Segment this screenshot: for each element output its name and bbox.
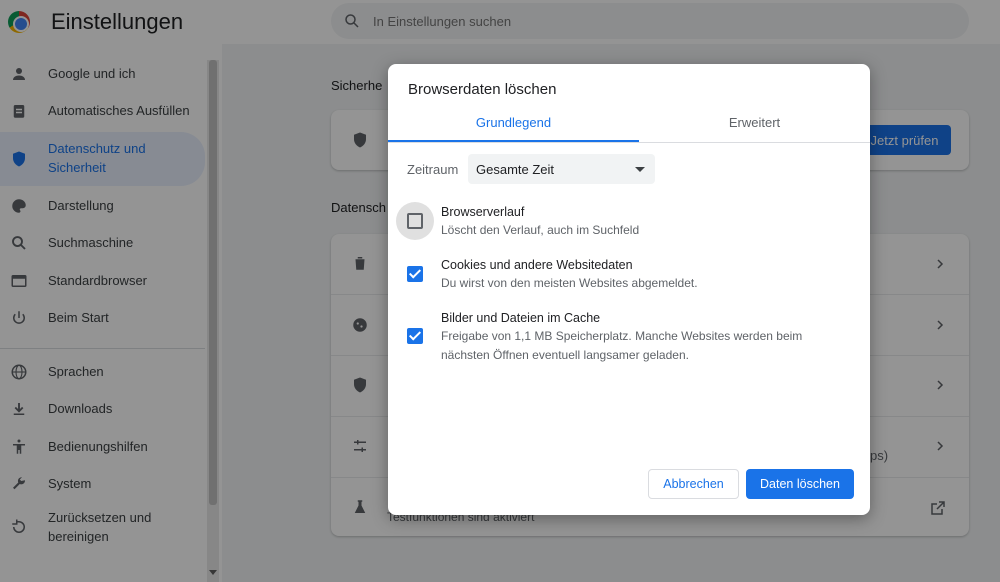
browsing-history-checkbox[interactable] xyxy=(407,213,423,229)
clear-browsing-data-dialog: Browserdaten löschen Grundlegend Erweite… xyxy=(388,64,870,515)
time-range-value: Gesamte Zeit xyxy=(476,162,555,177)
dialog-title: Browserdaten löschen xyxy=(408,81,557,98)
dropdown-arrow-icon xyxy=(635,167,645,172)
cookies-checkbox[interactable] xyxy=(407,266,423,282)
cancel-button[interactable]: Abbrechen xyxy=(648,469,739,499)
option-cookies: Cookies und andere Websitedaten Du wirst… xyxy=(388,254,870,298)
tab-basic[interactable]: Grundlegend xyxy=(388,108,639,142)
option-title: Bilder und Dateien im Cache xyxy=(441,311,601,325)
cache-checkbox[interactable] xyxy=(407,328,423,344)
tab-advanced[interactable]: Erweitert xyxy=(639,108,870,142)
option-description: Löscht den Verlauf, auch im Suchfeld xyxy=(441,223,640,237)
time-range-label: Zeitraum xyxy=(407,162,459,177)
option-title: Browserverlauf xyxy=(441,205,525,219)
option-description: Du wirst von den meisten Websites abgeme… xyxy=(441,276,698,290)
option-cache: Bilder und Dateien im Cache Freigabe von… xyxy=(388,307,870,369)
time-range-select[interactable]: Gesamte Zeit xyxy=(468,154,655,184)
tab-divider xyxy=(388,142,870,143)
option-title: Cookies und andere Websitedaten xyxy=(441,258,633,272)
option-description: Freigabe von 1,1 MB Speicherplatz. Manch… xyxy=(441,329,803,362)
option-browsing-history: Browserverlauf Löscht den Verlauf, auch … xyxy=(388,200,870,244)
clear-data-button[interactable]: Daten löschen xyxy=(746,469,854,499)
